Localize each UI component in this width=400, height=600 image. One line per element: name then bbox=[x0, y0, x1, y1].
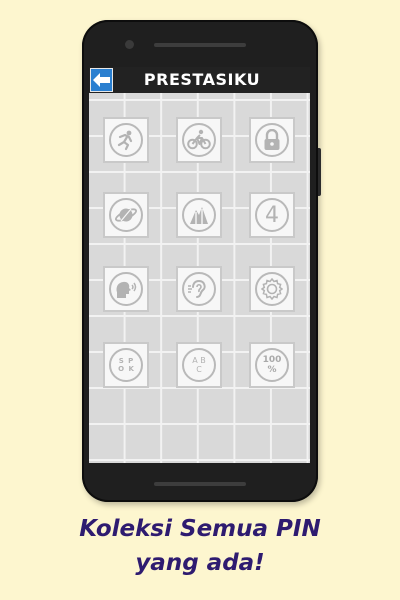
pin-hundred-percent[interactable]: 100 % bbox=[249, 342, 295, 388]
pin-running-figure[interactable] bbox=[103, 117, 149, 163]
front-camera bbox=[125, 40, 134, 49]
speaking-head-icon bbox=[109, 272, 143, 306]
bicycle-icon bbox=[182, 123, 216, 157]
title-bar: PRESTASIKU bbox=[89, 67, 310, 93]
mountain-icon bbox=[182, 198, 216, 232]
number-four-text: 4 bbox=[265, 202, 279, 228]
number-four-icon: 4 bbox=[255, 198, 289, 232]
pin-cycling[interactable] bbox=[176, 117, 222, 163]
pin-ear-hearing[interactable] bbox=[176, 266, 222, 312]
hundred-percent-icon: 100 % bbox=[255, 348, 289, 382]
pin-speaking-head[interactable] bbox=[103, 266, 149, 312]
hundred-percent-text: 100 % bbox=[262, 355, 282, 375]
left-arrow-icon bbox=[93, 73, 110, 87]
bottom-speaker bbox=[154, 482, 246, 486]
promo-caption: Koleksi Semua PIN yang ada! bbox=[0, 512, 400, 580]
letter-tiles-icon: S P O K bbox=[109, 348, 143, 382]
page-title: PRESTASIKU bbox=[143, 70, 261, 89]
runner-icon bbox=[109, 123, 143, 157]
pin-mountain[interactable] bbox=[176, 192, 222, 238]
abc-molecule-icon: A B C bbox=[182, 348, 216, 382]
abc-text: A B C bbox=[192, 356, 206, 374]
pin-lock[interactable] bbox=[249, 117, 295, 163]
app-screen: PRESTASIKU 4 S P O K A B C 100 % bbox=[89, 67, 310, 463]
pin-abc[interactable]: A B C bbox=[176, 342, 222, 388]
planet-icon bbox=[109, 198, 143, 232]
pin-award-badge[interactable] bbox=[249, 266, 295, 312]
award-badge-icon bbox=[255, 272, 289, 306]
pin-number-four[interactable]: 4 bbox=[249, 192, 295, 238]
letter-tiles-text: S P O K bbox=[118, 357, 134, 373]
pin-grid: 4 S P O K A B C 100 % bbox=[89, 93, 310, 463]
earpiece-speaker bbox=[154, 43, 246, 47]
caption-line-1: Koleksi Semua PIN bbox=[79, 516, 321, 542]
pin-planet[interactable] bbox=[103, 192, 149, 238]
padlock-icon bbox=[255, 123, 289, 157]
caption-line-2: yang ada! bbox=[135, 550, 265, 576]
ear-icon bbox=[182, 272, 216, 306]
pin-letters[interactable]: S P O K bbox=[103, 342, 149, 388]
phone-power-button bbox=[318, 148, 321, 196]
back-button[interactable] bbox=[90, 68, 113, 92]
